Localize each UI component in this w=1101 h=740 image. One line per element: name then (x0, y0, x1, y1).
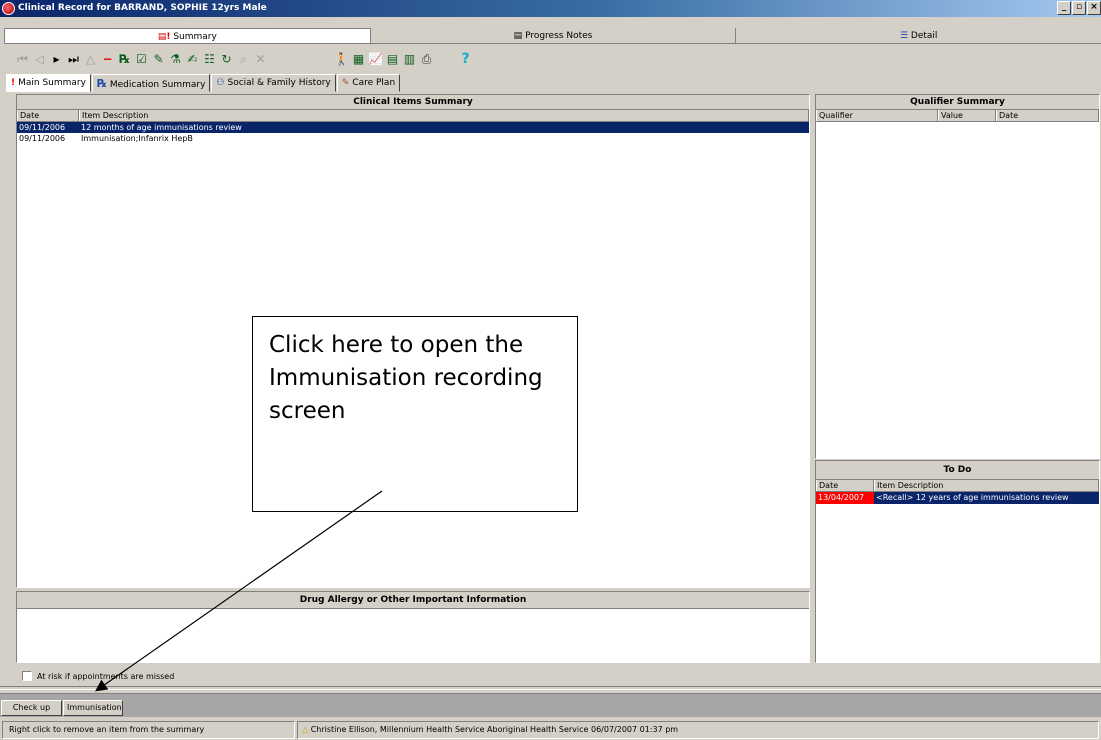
qualifier-header: Qualifier Value Date (816, 110, 1099, 122)
restore-button[interactable]: ▫ (1072, 1, 1086, 15)
check-up-button[interactable]: Check up (1, 700, 62, 716)
qualifier-summary-title: Qualifier Summary (816, 95, 1099, 110)
column-qualifier[interactable]: Qualifier (816, 110, 938, 121)
pathology-icon[interactable]: ⚗ (167, 51, 184, 67)
sub-tab-bar: ! Main Summary ℞ Medication Summary ⚇ Socia… (6, 74, 401, 92)
window-title: Clinical Record for BARRAND, SOPHIE 12yr… (18, 3, 267, 13)
todo-list: 13/04/2007 <Recall> 12 years of age immu… (816, 492, 1099, 662)
app-icon (2, 2, 15, 15)
window-title-bar: Clinical Record for BARRAND, SOPHIE 12yr… (0, 0, 1101, 17)
walking-person-icon[interactable]: 🚶 (333, 51, 350, 67)
status-user: △ Christine Ellison, Millennium Health S… (297, 721, 1099, 739)
tab-medication-summary[interactable]: ℞ Medication Summary (91, 74, 211, 92)
notes-icon: ▤ (513, 31, 523, 41)
toolbar: ⏮ ◁ ▸ ⏭ △ − ℞ ☑ ✎ ⚗ ✍ ☷ ↻ ⌕ ✕ 🚶 ▦ 📈 ▤ ▥ … (14, 50, 474, 68)
quick-button-bar: Check up Immunisation (0, 693, 1101, 717)
edit-record-icon[interactable]: ✎ (150, 51, 167, 67)
document-icon[interactable]: ▤ (384, 51, 401, 67)
script-icon[interactable]: ✍ (184, 51, 201, 67)
help-icon[interactable]: ? (457, 51, 474, 67)
close-button[interactable]: × (1087, 1, 1101, 15)
status-bar: Right click to remove an item from the s… (0, 719, 1101, 740)
drug-allergy-text[interactable] (17, 609, 809, 662)
list-icon: ☰ (899, 31, 909, 41)
drug-allergy-title: Drug Allergy or Other Important Informat… (17, 592, 809, 609)
clinical-items-header: Date Item Description (17, 110, 809, 122)
column-item-description[interactable]: Item Description (874, 480, 1099, 491)
check-prescription-icon[interactable]: ☑ (133, 51, 150, 67)
graph-icon[interactable]: 📈 (367, 51, 384, 67)
column-date[interactable]: Date (996, 110, 1099, 121)
list-item[interactable]: 13/04/2007 <Recall> 12 years of age immu… (816, 492, 1099, 504)
add-item-icon[interactable]: △ (82, 51, 99, 67)
tab-summary[interactable]: ▤! Summary (4, 28, 371, 44)
drug-allergy-panel: Drug Allergy or Other Important Informat… (16, 591, 810, 663)
table-row[interactable]: 09/11/2006 Immunisation;Infanrix HepB (17, 133, 809, 144)
report-icon[interactable]: ▥ (401, 51, 418, 67)
warning-icon: △ (302, 725, 309, 734)
previous-record-icon[interactable]: ◁ (31, 51, 48, 67)
instruction-callout: Click here to open the Immunisation reco… (252, 316, 578, 512)
tab-main-summary[interactable]: ! Main Summary (6, 74, 91, 92)
checkbox-box[interactable] (22, 671, 32, 681)
exclamation-icon: ! (11, 78, 16, 88)
column-item-description[interactable]: Item Description (79, 110, 809, 121)
at-risk-label: At risk if appointments are missed (37, 671, 175, 681)
family-icon: ⚇ (216, 78, 225, 88)
refresh-icon[interactable]: ↻ (218, 51, 235, 67)
printer-icon[interactable]: ⎙ (418, 51, 435, 67)
qualifier-summary-panel: Qualifier Summary Qualifier Value Date (815, 94, 1100, 459)
table-row[interactable]: 09/11/2006 12 months of age immunisation… (17, 122, 809, 133)
prescription-icon[interactable]: ℞ (116, 51, 133, 67)
column-value[interactable]: Value (938, 110, 996, 121)
window-controls: _ ▫ × (1057, 1, 1101, 16)
tab-care-plan[interactable]: ✎ Care Plan (336, 74, 401, 92)
minimize-button[interactable]: _ (1057, 1, 1071, 15)
last-record-icon[interactable]: ⏭ (65, 51, 82, 67)
column-date[interactable]: Date (816, 480, 874, 491)
folder-icon[interactable]: ▦ (350, 51, 367, 67)
rx-icon: ℞ (96, 77, 107, 90)
status-hint: Right click to remove an item from the s… (2, 721, 295, 739)
todo-panel: To Do Date Item Description 13/04/2007 <… (815, 460, 1100, 663)
clinical-items-title: Clinical Items Summary (17, 95, 809, 110)
at-risk-checkbox[interactable]: At risk if appointments are missed (22, 670, 174, 682)
tab-progress-notes[interactable]: ▤ Progress Notes (371, 28, 737, 44)
todo-header: Date Item Description (816, 480, 1099, 492)
overdue-date: 13/04/2007 (816, 492, 874, 504)
tab-detail[interactable]: ☰ Detail (736, 28, 1101, 44)
next-record-icon[interactable]: ▸ (48, 51, 65, 67)
tab-social-family-history[interactable]: ⚇ Social & Family History (211, 74, 336, 92)
summary-icon: ▤! (157, 32, 171, 42)
top-tab-bar: ▤! Summary ▤ Progress Notes ☰ Detail (4, 28, 1101, 44)
todo-title: To Do (816, 461, 1099, 480)
search-icon[interactable]: ⌕ (235, 51, 252, 67)
tab-divider (4, 43, 1101, 44)
column-date[interactable]: Date (17, 110, 79, 121)
cancel-icon[interactable]: ✕ (252, 51, 269, 67)
checklist-icon[interactable]: ☷ (201, 51, 218, 67)
immunisation-button[interactable]: Immunisation (63, 700, 123, 716)
pencil-icon: ✎ (341, 78, 350, 88)
qualifier-list (816, 122, 1099, 458)
first-record-icon[interactable]: ⏮ (14, 51, 31, 67)
separator (0, 686, 1101, 690)
remove-item-icon[interactable]: − (99, 51, 116, 67)
